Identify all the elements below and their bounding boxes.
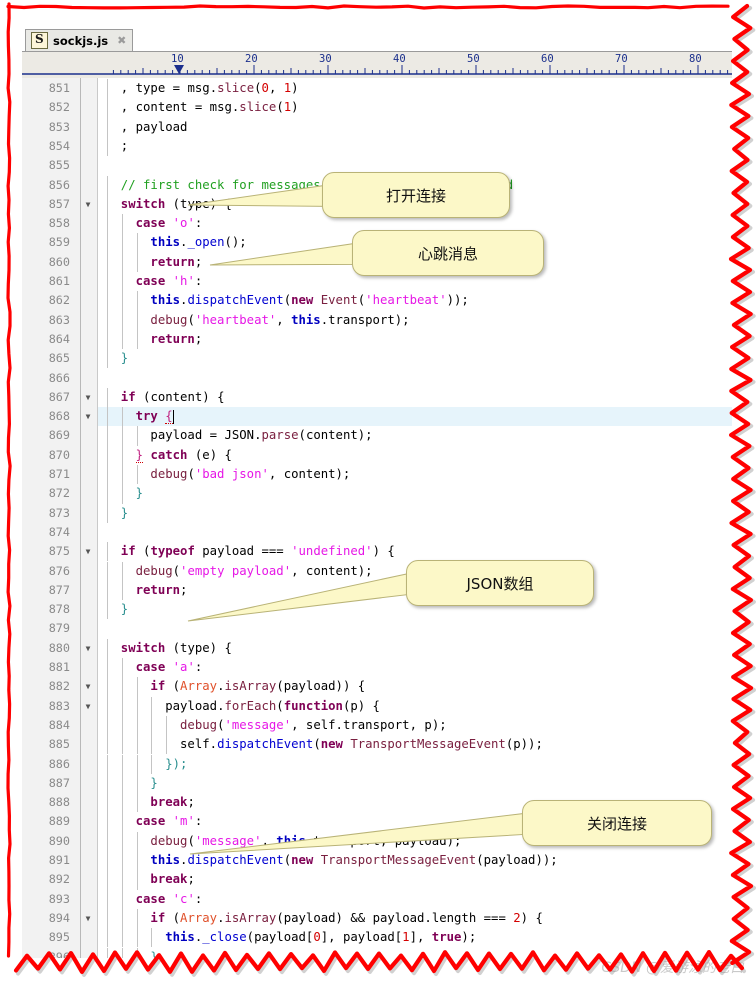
annotation-label: 打开连接 bbox=[385, 186, 446, 205]
annotation-label: 心跳消息 bbox=[417, 244, 478, 263]
annotation-callout-4: 关闭连接 bbox=[522, 800, 712, 846]
annotation-callout-3: JSON数组 bbox=[406, 560, 594, 606]
annotation-callout-2: 心跳消息 bbox=[352, 230, 544, 276]
annotation-label: JSON数组 bbox=[466, 574, 534, 593]
annotation-label: 关闭连接 bbox=[586, 814, 647, 833]
annotation-callout-1: 打开连接 bbox=[322, 172, 510, 218]
watermark: CSDN @爱游泳的老白 bbox=[601, 960, 744, 976]
